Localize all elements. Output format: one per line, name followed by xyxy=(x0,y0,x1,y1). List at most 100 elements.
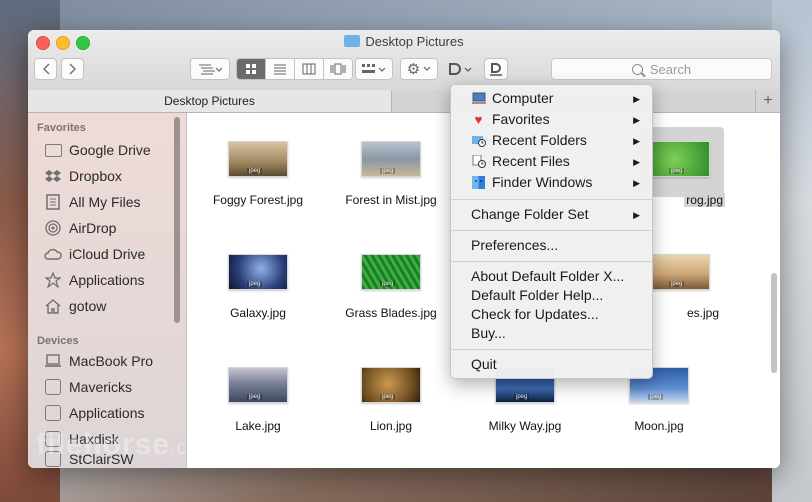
cloud-icon xyxy=(44,246,62,262)
menu-item-label: Computer xyxy=(492,90,554,106)
file-name: Milky Way.jpg xyxy=(488,419,562,433)
file-item[interactable]: jpeg Lion.jpg xyxy=(328,367,454,433)
image-thumbnail: jpeg xyxy=(361,141,421,177)
watermark-logo: filehorse.com xyxy=(36,428,218,461)
column-view-button[interactable] xyxy=(295,59,324,79)
folder-icon xyxy=(344,35,361,47)
submenu-arrow-icon: ▶ xyxy=(633,210,640,220)
image-thumbnail: jpeg xyxy=(650,254,710,290)
menu-item-recent-folders[interactable]: Recent Folders xyxy=(471,132,587,148)
sidebar-item-gotow[interactable]: gotow xyxy=(44,294,106,318)
file-name: Grass Blades.jpg xyxy=(345,306,437,320)
arrange-button[interactable] xyxy=(190,58,230,80)
heart-icon: ♥ xyxy=(474,111,483,127)
file-item[interactable]: jpeg Lake.jpg xyxy=(195,367,321,433)
menu-item-quit[interactable]: Quit xyxy=(471,356,497,372)
image-thumbnail: jpeg xyxy=(361,367,421,403)
sidebar-item-icloud-drive[interactable]: iCloud Drive xyxy=(44,242,145,266)
sidebar-item-applications[interactable]: Applications xyxy=(44,268,145,292)
action-button[interactable]: ⚙ xyxy=(400,58,438,80)
sidebar-item-all-my-files[interactable]: All My Files xyxy=(44,190,141,214)
home-icon xyxy=(44,298,62,314)
image-thumbnail: jpeg xyxy=(228,141,288,177)
menu-separator xyxy=(451,349,652,350)
image-thumbnail: jpeg xyxy=(650,141,710,177)
disk-icon xyxy=(44,405,62,421)
sidebar-item-mavericks[interactable]: Mavericks xyxy=(44,375,132,399)
sidebar-item-airdrop[interactable]: AirDrop xyxy=(44,216,116,240)
sidebar-item-label: Applications xyxy=(69,272,145,288)
menu-item-preferences[interactable]: Preferences... xyxy=(471,237,558,253)
cover-flow-button[interactable] xyxy=(324,59,352,79)
toolbar: Desktop Pictures ⚙ Search xyxy=(28,30,780,91)
sidebar-item-label: Mavericks xyxy=(69,379,133,395)
menu-item-label: Quit xyxy=(471,356,497,372)
menu-item-label: Favorites xyxy=(492,111,550,127)
file-name: Moon.jpg xyxy=(634,419,684,433)
file-item[interactable]: jpeg Grass Blades.jpg xyxy=(328,254,454,320)
columns-icon xyxy=(302,63,316,75)
menu-item-computer[interactable]: Computer xyxy=(471,90,553,106)
menu-item-label: Buy... xyxy=(471,325,506,341)
menu-item-label: Default Folder Help... xyxy=(471,287,604,303)
sidebar-item-dropbox[interactable]: Dropbox xyxy=(44,164,122,188)
default-folder-utility-button[interactable] xyxy=(484,58,508,80)
group-button[interactable] xyxy=(355,58,393,80)
menu-item-about[interactable]: About Default Folder X... xyxy=(471,268,624,284)
sidebar-item-label: Dropbox xyxy=(69,168,122,184)
sidebar-item-label: AirDrop xyxy=(69,220,117,236)
arrange-icon xyxy=(199,64,223,75)
menu-item-buy[interactable]: Buy... xyxy=(471,325,506,341)
recent-files-icon xyxy=(471,154,486,168)
menu-item-label: Change Folder Set xyxy=(471,206,589,222)
chevron-left-icon xyxy=(42,63,50,75)
sidebar-favorites-header: Favorites xyxy=(37,122,86,134)
submenu-arrow-icon: ▶ xyxy=(633,157,640,167)
finder-window: Desktop Pictures ⚙ Search Desktop Pictur… xyxy=(28,30,780,468)
applications-icon xyxy=(44,272,62,288)
menu-item-label: Finder Windows xyxy=(492,174,593,190)
sidebar-scrollbar[interactable] xyxy=(174,117,180,323)
dropbox-icon xyxy=(44,168,62,184)
menu-item-change-folder-set[interactable]: Change Folder Set xyxy=(471,206,589,222)
forward-button[interactable] xyxy=(61,58,84,80)
sidebar-devices-header: Devices xyxy=(37,335,79,347)
group-icon xyxy=(362,64,386,73)
icon-view-button[interactable] xyxy=(237,59,266,79)
sidebar-item-macbook-pro[interactable]: MacBook Pro xyxy=(44,349,153,373)
grid-icon xyxy=(246,64,256,74)
file-item[interactable]: jpeg Galaxy.jpg xyxy=(195,254,321,320)
default-folder-button[interactable] xyxy=(446,58,476,80)
search-field[interactable]: Search xyxy=(551,58,772,80)
menu-item-recent-files[interactable]: Recent Files xyxy=(471,153,570,169)
sidebar-item-applications-device[interactable]: Applications xyxy=(44,401,145,425)
file-name: Forest in Mist.jpg xyxy=(345,193,437,207)
window-title: Desktop Pictures xyxy=(28,34,780,49)
sidebar-item-google-drive[interactable]: Google Drive xyxy=(44,138,151,162)
back-button[interactable] xyxy=(34,58,57,80)
finder-icon xyxy=(471,175,486,189)
menu-item-help[interactable]: Default Folder Help... xyxy=(471,287,603,303)
chevron-right-icon xyxy=(68,63,76,75)
menu-item-finder-windows[interactable]: Finder Windows xyxy=(471,174,592,190)
sidebar-item-label: All My Files xyxy=(69,194,141,210)
all-files-icon xyxy=(44,194,62,210)
file-name: Galaxy.jpg xyxy=(230,306,286,320)
gear-icon: ⚙ xyxy=(406,61,421,78)
file-item[interactable]: jpeg Forest in Mist.jpg xyxy=(328,141,454,207)
tab-desktop-pictures[interactable]: Desktop Pictures xyxy=(28,90,392,112)
menu-item-check-updates[interactable]: Check for Updates... xyxy=(471,306,599,322)
recent-folders-icon xyxy=(471,134,486,147)
sidebar-item-label: Google Drive xyxy=(69,142,151,158)
content-scrollbar[interactable] xyxy=(771,273,777,373)
list-view-button[interactable] xyxy=(266,59,295,79)
file-item[interactable]: jpeg Foggy Forest.jpg xyxy=(195,141,321,207)
folder-icon xyxy=(44,142,62,158)
submenu-arrow-icon: ▶ xyxy=(633,115,640,125)
window-title-text: Desktop Pictures xyxy=(365,34,464,49)
search-icon xyxy=(631,63,643,75)
airdrop-icon xyxy=(44,220,62,236)
menu-item-favorites[interactable]: ♥ Favorites xyxy=(471,111,550,127)
new-tab-button[interactable]: + xyxy=(755,90,780,112)
disk-icon xyxy=(44,379,62,395)
